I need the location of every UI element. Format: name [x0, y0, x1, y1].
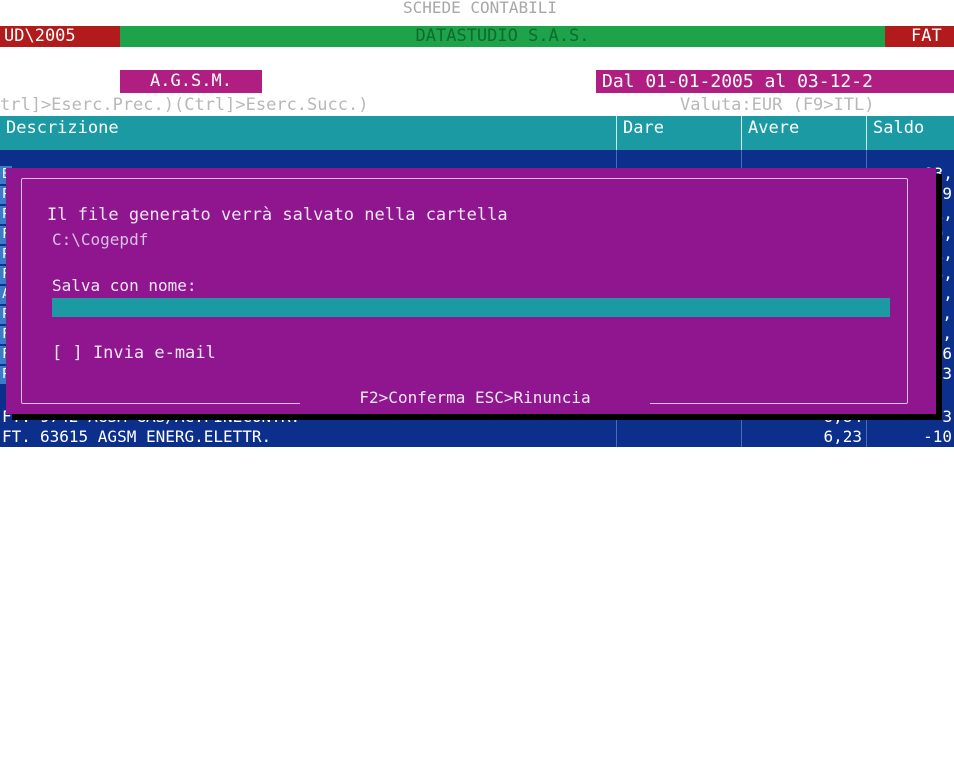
- table-row[interactable]: FT. 63615 AGSM ENERG.ELETTR. 6,23 -10: [0, 427, 954, 447]
- dialog-message: Il file generato verrà salvato nella car…: [47, 205, 508, 225]
- send-email-checkbox[interactable]: [ ] Invia e-mail: [52, 342, 352, 364]
- company-name: DATASTUDIO S.A.S.: [120, 26, 885, 47]
- table-header: Descrizione Dare Avere Saldo: [0, 116, 954, 150]
- dialog-footer-keys[interactable]: F2>Conferma ESC>Rinuncia: [300, 388, 650, 408]
- right-label: FAT: [885, 26, 954, 47]
- account-name: A.G.S.M.: [120, 70, 262, 93]
- window-title: SCHEDE CONTABILI: [402, 0, 558, 16]
- year-navigation-hint: trl]>Eserc.Prec.)(Ctrl]>Eserc.Succ.): [0, 95, 369, 115]
- year-path: UD\2005: [0, 26, 120, 47]
- destination-folder: C:\Cogepdf: [52, 230, 149, 249]
- row-avere: 6,23: [823, 427, 862, 446]
- header-dare[interactable]: Dare: [617, 116, 741, 150]
- filename-input[interactable]: [52, 298, 890, 317]
- date-range: Dal 01-01-2005 al 03-12-2: [596, 70, 954, 93]
- row-saldo: -10: [923, 427, 952, 446]
- header-avere[interactable]: Avere: [742, 116, 866, 150]
- save-as-label: Salva con nome:: [52, 276, 197, 295]
- row-type: FT.: [2, 427, 31, 446]
- currency-indicator: Valuta:EUR (F9>ITL): [680, 95, 875, 115]
- row-description: 63615 AGSM ENERG.ELETTR.: [40, 427, 272, 446]
- header-descrizione[interactable]: Descrizione: [0, 116, 616, 150]
- header-saldo[interactable]: Saldo: [867, 116, 954, 150]
